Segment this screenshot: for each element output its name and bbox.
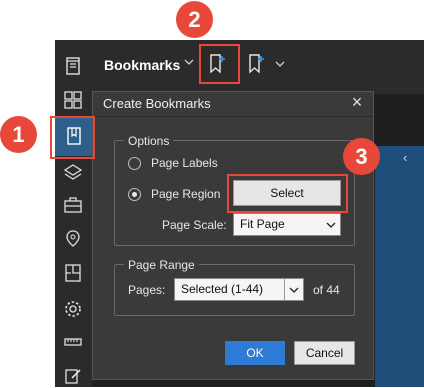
callout-2: 2: [176, 1, 213, 38]
document-properties-icon[interactable]: [61, 54, 85, 78]
chevron-down-icon: [322, 214, 340, 235]
thumbnails-icon[interactable]: [61, 88, 85, 112]
page-labels-label[interactable]: Page Labels: [151, 156, 218, 170]
pages-value: Selected (1-44): [181, 282, 264, 296]
highlight-add-bookmark: [199, 44, 240, 84]
location-icon[interactable]: [61, 227, 85, 251]
page-region-label[interactable]: Page Region: [151, 187, 220, 201]
options-legend: Options: [124, 134, 174, 148]
ok-button[interactable]: OK: [225, 341, 285, 365]
gear-icon[interactable]: [61, 297, 85, 321]
bookmark-add-child-icon[interactable]: [247, 53, 267, 78]
document-view-area: ‹: [375, 146, 424, 387]
chevron-left-icon[interactable]: ‹: [403, 150, 407, 165]
left-sidebar: [55, 40, 92, 387]
layers-icon[interactable]: [61, 160, 85, 184]
chevron-down-icon[interactable]: [183, 56, 195, 71]
page-labels-radio[interactable]: [128, 157, 141, 170]
bookmark-add-child-dropdown-icon[interactable]: [274, 58, 286, 73]
page-range-legend: Page Range: [124, 258, 199, 272]
dialog-title: Create Bookmarks: [103, 96, 211, 111]
dialog-title-divider: [93, 116, 373, 117]
briefcase-icon[interactable]: [61, 193, 85, 217]
highlight-bookmarks-tab: [50, 116, 95, 159]
page-count-text: of 44: [313, 283, 340, 297]
chevron-down-icon: [284, 279, 303, 300]
edit-icon[interactable]: [61, 364, 85, 388]
cancel-button[interactable]: Cancel: [294, 341, 355, 365]
close-icon[interactable]: ×: [348, 93, 366, 111]
pages-label: Pages:: [128, 283, 166, 297]
page-region-radio[interactable]: [128, 188, 141, 201]
pages-select[interactable]: Selected (1-44): [174, 278, 304, 301]
panel-title[interactable]: Bookmarks: [104, 57, 180, 73]
callout-3: 3: [343, 138, 380, 175]
highlight-select-button: [227, 174, 348, 213]
page-scale-select[interactable]: Fit Page: [233, 213, 341, 236]
page-scale-label: Page Scale:: [162, 218, 227, 232]
page-scale-value: Fit Page: [240, 217, 285, 231]
ruler-icon[interactable]: [61, 330, 85, 354]
callout-1: 1: [0, 116, 37, 153]
page-split-icon[interactable]: [61, 261, 85, 285]
